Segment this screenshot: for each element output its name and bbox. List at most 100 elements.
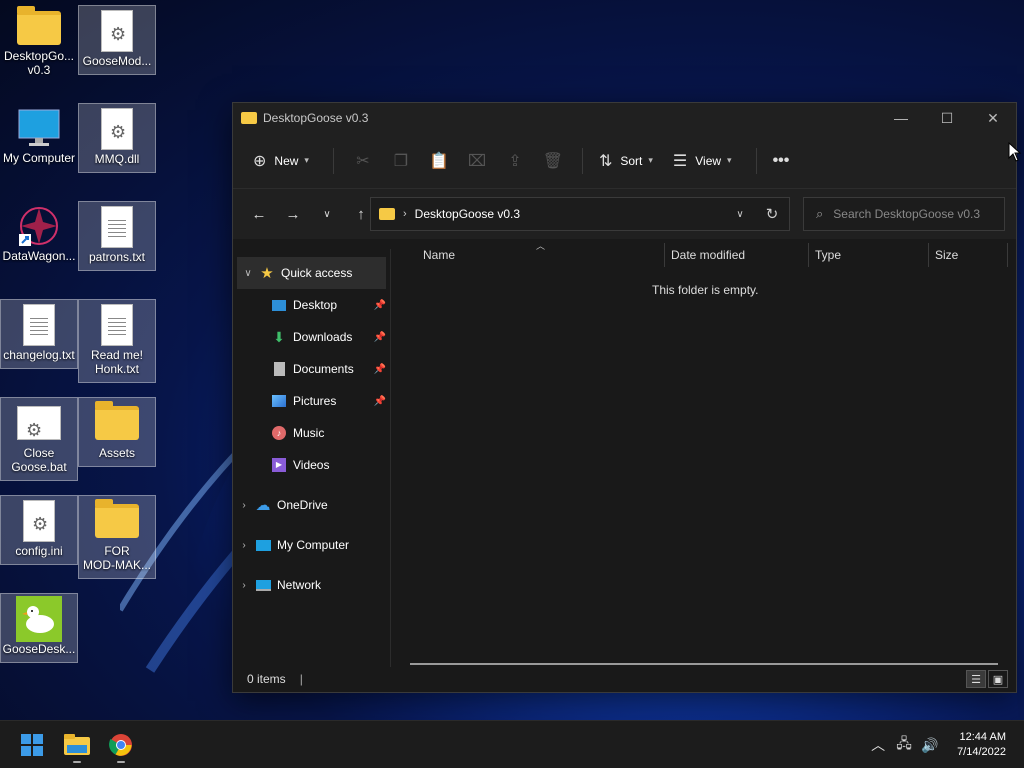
chevron-down-icon: ∨ [244,267,252,279]
empty-folder-message: This folder is empty. [652,283,759,297]
text-file-icon [101,206,133,248]
desktop-icon-assets-folder[interactable]: Assets [78,397,156,467]
desktop-icon-mmq-dll[interactable]: ⚙ MMQ.dll [78,103,156,173]
column-divider[interactable] [928,243,929,267]
copy-icon: ❐ [393,152,409,170]
recent-locations-button[interactable]: ∨ [311,199,343,229]
monitor-icon [18,109,60,146]
arrow-left-icon: ← [251,205,267,223]
rename-button[interactable]: ⌧ [458,145,496,177]
volume-icon[interactable]: 🔊 [917,737,943,754]
desktop-icon-label: DesktopGo... v0.3 [3,49,75,75]
nav-downloads[interactable]: ⬇ Downloads 📌 [233,321,390,353]
desktop-icon-config-ini[interactable]: ⚙ config.ini [0,495,78,565]
column-size[interactable]: Size [935,248,958,262]
desktop-icon-patrons-txt[interactable]: patrons.txt [78,201,156,271]
copy-button[interactable]: ❐ [382,145,420,177]
sort-indicator-icon: ︿ [536,241,546,251]
column-divider[interactable] [664,243,665,267]
desktop-icon-my-computer[interactable]: My Computer [0,103,78,173]
breadcrumb-separator-icon: › [403,208,407,220]
clock[interactable]: 12:44 AM 7/14/2022 [957,730,1006,760]
new-button[interactable]: ⊕ New ▾ [247,145,315,177]
nav-label: Quick access [281,266,353,280]
share-button[interactable]: ⇪ [496,145,534,177]
plus-circle-icon: ⊕ [253,152,267,170]
nav-network[interactable]: › Network [233,569,390,601]
nav-videos[interactable]: ▶ Videos [233,449,390,481]
desktop-icon-goosemod[interactable]: ⚙ GooseMod... [78,5,156,75]
close-button[interactable]: ✕ [970,103,1016,133]
nav-label: Pictures [293,394,337,408]
sort-label: Sort [620,153,643,168]
system-tray: ︿ 🖧 🔊 12:44 AM 7/14/2022 [865,721,1024,768]
taskbar-file-explorer[interactable] [60,729,94,763]
column-type[interactable]: Type [815,248,841,262]
network-status-icon[interactable]: 🖧 [891,733,917,757]
clock-time: 12:44 AM [959,731,1006,743]
desktop-icon-goosedesktop-app[interactable]: GooseDesk... [0,593,78,663]
rename-icon: ⌧ [467,152,487,170]
horizontal-scrollbar[interactable] [410,663,998,665]
chevron-right-icon: › [242,579,246,591]
view-lines-icon: ☰ [672,152,688,170]
breadcrumb-current[interactable]: DesktopGoose v0.3 [415,207,725,221]
scissors-icon: ✂ [356,152,370,170]
desktop-icon-label: patrons.txt [88,250,146,264]
search-box[interactable]: ⌕ Search DesktopGoose v0.3 [803,197,1005,231]
view-button[interactable]: ☰ View ▾ [667,145,738,177]
desktop-icon-label: changelog.txt [3,348,75,362]
item-count: 0 items [247,672,286,686]
nav-my-computer[interactable]: › My Computer [233,529,390,561]
forward-button[interactable]: → [277,199,309,229]
nav-quick-access[interactable]: ∨ ★ Quick access [237,257,386,289]
desktop-icon-readme-honk[interactable]: Read me! Honk.txt [78,299,156,383]
start-button[interactable] [15,729,49,761]
taskbar-chrome[interactable] [104,729,138,763]
nav-label: Documents [293,362,354,376]
running-indicator [73,761,81,763]
nav-documents[interactable]: Documents 📌 [233,353,390,385]
minimize-button[interactable]: — [878,103,924,133]
nav-desktop[interactable]: Desktop 📌 [233,289,390,321]
more-options-button[interactable]: ••• [767,145,796,177]
batch-file-icon: ⚙ [17,406,61,440]
cloud-icon: ☁ [255,497,271,514]
details-view-button[interactable]: ☰ [966,670,986,688]
column-divider[interactable] [808,243,809,267]
status-bar: 0 items | ☰ ▣ [233,666,1016,692]
large-icons-view-button[interactable]: ▣ [988,670,1008,688]
nav-pictures[interactable]: Pictures 📌 [233,385,390,417]
desktop-icon-datawagon[interactable]: DataWagon... [0,201,78,271]
desktop-icon-desktopgoose-folder[interactable]: DesktopGo... v0.3 [0,5,78,75]
delete-button[interactable]: 🗑 [534,145,572,177]
desktop-icon-close-goose-bat[interactable]: ⚙ Close Goose.bat [0,397,78,481]
folder-icon [95,499,139,538]
address-dropdown-button[interactable]: ∨ [725,209,755,220]
view-label: View [695,153,722,168]
nav-label: Music [293,426,325,440]
maximize-button[interactable]: ☐ [924,103,970,133]
ellipsis-icon: ••• [772,151,790,169]
nav-music[interactable]: ♪ Music [233,417,390,449]
paste-button[interactable]: 📋 [420,145,458,177]
tiles-view-icon: ▣ [992,673,1004,686]
refresh-button[interactable]: ↻ [755,205,789,223]
column-date-modified[interactable]: Date modified [671,248,745,262]
back-button[interactable]: ← [243,199,275,229]
nav-onedrive[interactable]: › ☁ OneDrive [233,489,390,521]
desktop-icon-changelog-txt[interactable]: changelog.txt [0,299,78,369]
show-hidden-icons-button[interactable]: ︿ [865,735,891,755]
cut-button[interactable]: ✂ [344,145,382,177]
desktop-icon-mod-makers-folder[interactable]: FOR MOD-MAK... [78,495,156,579]
folder-icon [95,401,139,440]
running-indicator [117,761,125,763]
desktop-icon-label: DataWagon... [2,249,76,263]
address-bar[interactable]: › DesktopGoose v0.3 ∨ ↻ [370,197,790,231]
column-name[interactable]: Name [423,248,455,262]
file-list-area: Name ︿ Date modified Type Size This fold… [392,239,1016,669]
pin-icon: 📌 [373,395,386,407]
sort-button[interactable]: ⇅ Sort ▾ [593,145,659,177]
column-divider[interactable] [1007,243,1008,267]
chevron-right-icon: › [242,539,246,551]
